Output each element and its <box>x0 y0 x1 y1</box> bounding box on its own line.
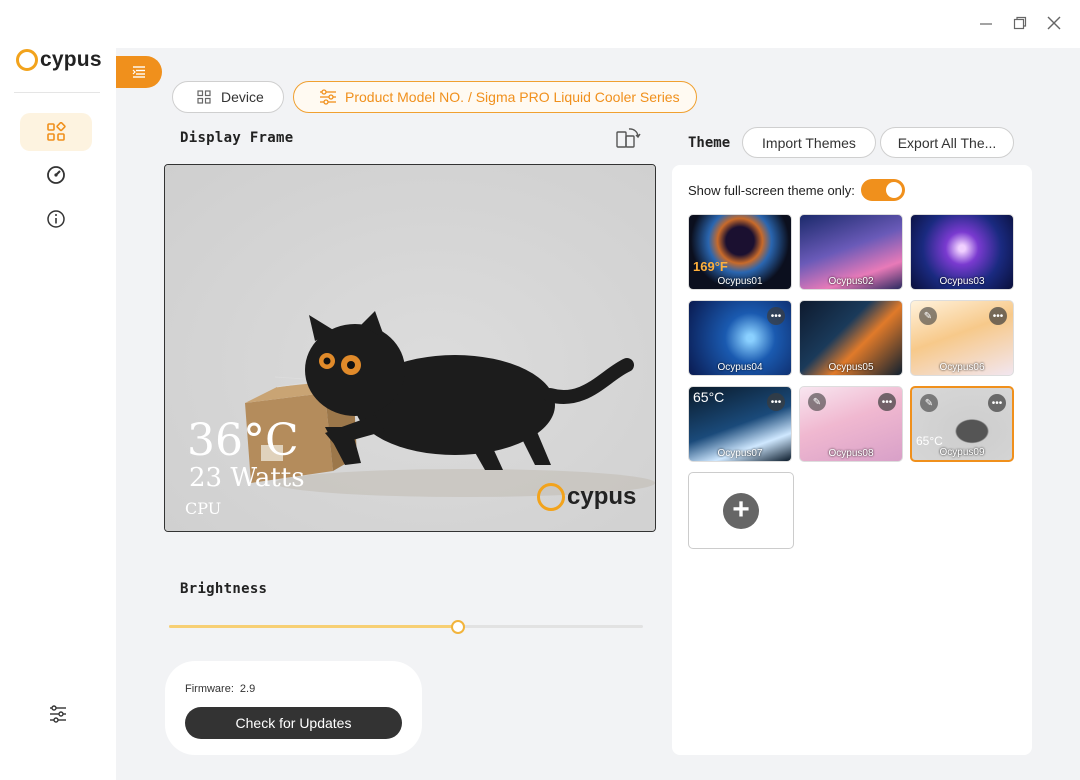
close-button[interactable] <box>1046 12 1062 34</box>
more-options-icon[interactable]: ••• <box>767 307 785 325</box>
theme-tile-name: Ocypus04 <box>717 362 763 373</box>
plus-icon: + <box>723 492 759 529</box>
preview-logo: cypus <box>537 483 636 511</box>
brightness-slider[interactable] <box>169 620 643 634</box>
theme-tile-name: Ocypus02 <box>828 276 874 287</box>
restore-button[interactable] <box>1012 12 1028 34</box>
rotate-screen-icon <box>616 128 641 148</box>
main-content: Device Product Model NO. / Sigma PRO Liq… <box>116 48 1080 780</box>
preview-temperature: 36°C <box>187 415 299 466</box>
theme-tile[interactable]: Ocypus02 <box>799 214 903 290</box>
firmware-info: Firmware: 2.9 <box>185 683 255 695</box>
sidebar-divider <box>14 92 100 93</box>
rotate-display-button[interactable] <box>615 126 641 150</box>
logo-ring-icon <box>16 49 38 71</box>
gauge-icon <box>47 166 65 184</box>
menu-list-icon <box>132 66 145 78</box>
minimize-icon <box>980 23 992 25</box>
fullscreen-theme-label: Show full-screen theme only: <box>688 182 855 198</box>
theme-title: Theme <box>688 135 731 151</box>
theme-tile-temp: 65°C <box>916 434 943 448</box>
check-updates-button[interactable]: Check for Updates <box>185 707 402 739</box>
theme-tile-temp: 169°F <box>693 259 728 274</box>
edit-theme-icon[interactable]: ✎ <box>808 393 826 411</box>
settings-button[interactable] <box>48 704 68 729</box>
preview-watts: 23 Watts <box>189 463 305 493</box>
window-controls <box>978 12 1062 34</box>
fullscreen-theme-row: Show full-screen theme only: <box>688 179 905 201</box>
theme-tile[interactable]: Ocypus03 <box>910 214 1014 290</box>
brightness-fill <box>169 625 459 628</box>
fullscreen-theme-toggle[interactable] <box>860 179 905 201</box>
theme-tile-name: Ocypus09 <box>939 447 985 458</box>
theme-tile[interactable]: ✎ ••• Ocypus08 <box>799 386 903 462</box>
theme-tile[interactable]: Ocypus05 <box>799 300 903 376</box>
brightness-thumb[interactable] <box>451 620 466 634</box>
firmware-version: 2.9 <box>239 683 256 695</box>
brightness-title: Brightness <box>180 581 268 597</box>
sidebar: cypus <box>0 0 116 780</box>
theme-tile[interactable]: 65°C ••• Ocypus07 <box>688 386 792 462</box>
edit-theme-icon[interactable]: ✎ <box>920 394 938 412</box>
dashboard-grid-icon <box>47 122 66 141</box>
firmware-card: Firmware: 2.9 Check for Updates <box>165 661 422 755</box>
sliders-settings-icon <box>50 705 66 723</box>
sidebar-item-about[interactable] <box>20 200 92 238</box>
close-icon <box>1047 16 1061 30</box>
restore-icon <box>1013 16 1027 30</box>
display-frame-title: Display Frame <box>180 130 294 146</box>
device-button-label: Device <box>221 89 264 105</box>
preview-sensor-label: CPU <box>185 499 222 518</box>
edit-theme-icon[interactable]: ✎ <box>919 307 937 325</box>
product-model-label: Product Model NO. / Sigma PRO Liquid Coo… <box>345 89 680 105</box>
export-themes-button[interactable]: Export All The... <box>880 127 1014 158</box>
theme-tile[interactable]: ✎ ••• Ocypus06 <box>910 300 1014 376</box>
adjustments-icon <box>319 89 337 105</box>
menu-toggle-button[interactable] <box>116 56 162 88</box>
theme-tile[interactable]: 169°F Ocypus01 <box>688 214 792 290</box>
theme-tile-name: Ocypus05 <box>828 362 874 373</box>
theme-tile-temp: 65°C <box>693 389 725 405</box>
display-frame-preview[interactable]: 36°C 23 Watts CPU cypus <box>164 164 656 532</box>
add-theme-button[interactable]: + <box>688 472 794 549</box>
theme-tile-name: Ocypus06 <box>939 362 985 373</box>
logo-text: cypus <box>40 48 102 71</box>
preview-logo-ring-icon <box>537 483 565 511</box>
app-logo: cypus <box>16 48 102 72</box>
more-options-icon[interactable]: ••• <box>878 393 896 411</box>
theme-tile-name: Ocypus07 <box>717 448 763 459</box>
info-icon <box>47 210 65 228</box>
minimize-button[interactable] <box>978 12 994 34</box>
theme-tile-name: Ocypus01 <box>717 276 763 287</box>
sidebar-item-dashboard[interactable] <box>20 113 92 151</box>
firmware-label: Firmware: <box>185 683 234 695</box>
device-grid-icon <box>197 90 211 104</box>
device-button[interactable]: Device <box>172 81 284 113</box>
import-themes-button[interactable]: Import Themes <box>742 127 876 158</box>
theme-tile[interactable]: ••• Ocypus04 <box>688 300 792 376</box>
theme-tile-name: Ocypus03 <box>939 276 985 287</box>
more-options-icon[interactable]: ••• <box>989 307 1007 325</box>
product-model-button[interactable]: Product Model NO. / Sigma PRO Liquid Coo… <box>293 81 697 113</box>
preview-logo-text: cypus <box>567 483 637 510</box>
theme-tile-name: Ocypus08 <box>828 448 874 459</box>
theme-tile-selected[interactable]: ✎ ••• 65°C Ocypus09 <box>910 386 1014 462</box>
more-options-icon[interactable]: ••• <box>767 393 785 411</box>
more-options-icon[interactable]: ••• <box>988 394 1006 412</box>
toggle-knob <box>885 182 902 198</box>
theme-grid: 169°F Ocypus01 Ocypus02 Ocypus03 ••• Ocy… <box>688 214 1014 549</box>
theme-panel: Show full-screen theme only: 169°F Ocypu… <box>672 165 1032 755</box>
sidebar-item-performance[interactable] <box>20 156 92 194</box>
